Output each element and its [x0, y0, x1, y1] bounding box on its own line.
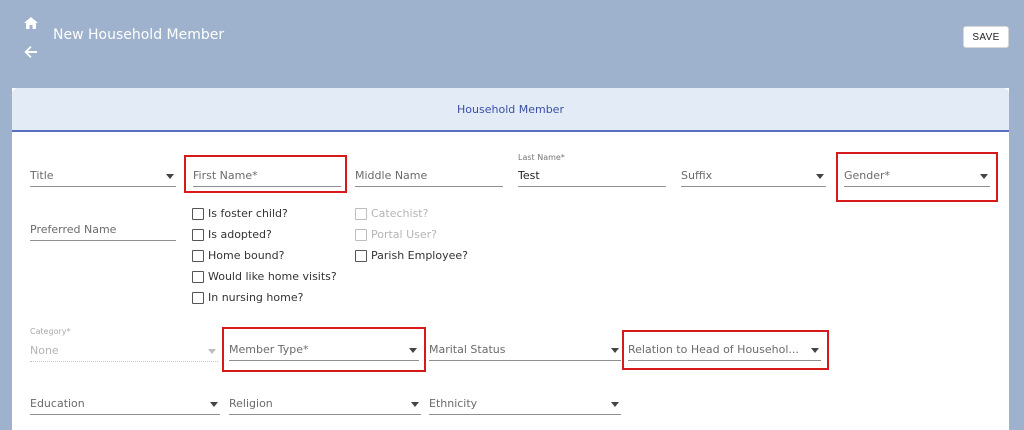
parish-employee-label: Parish Employee? [371, 249, 468, 262]
education-select[interactable]: Education [30, 393, 220, 415]
title-label: Title [30, 169, 54, 182]
marital-status-select[interactable]: Marital Status [429, 339, 621, 361]
chevron-down-icon [611, 348, 619, 353]
chevron-down-icon [210, 402, 218, 407]
gender-highlight [836, 152, 998, 202]
home-bound-checkbox[interactable]: Home bound? [192, 249, 284, 262]
portal-user-label: Portal User? [371, 228, 438, 241]
title-select[interactable]: Title [30, 165, 176, 187]
education-label: Education [30, 397, 85, 410]
home-visits-label: Would like home visits? [208, 270, 337, 283]
top-bar: New Household Member SAVE [0, 0, 1024, 88]
checkbox-icon[interactable] [192, 228, 204, 241]
adopted-label: Is adopted? [208, 228, 272, 241]
form-card: Household Member [12, 88, 1009, 430]
ethnicity-select[interactable]: Ethnicity [429, 393, 621, 415]
checkbox-icon[interactable] [355, 249, 367, 262]
card-title[interactable]: Household Member [457, 103, 564, 116]
category-label: Category* [30, 327, 71, 336]
adopted-checkbox[interactable]: Is adopted? [192, 228, 272, 241]
category-value: None [30, 344, 59, 357]
catechist-checkbox: Catechist? [355, 207, 428, 220]
suffix-select[interactable]: Suffix [681, 165, 826, 187]
last-name-label: Last Name* [518, 153, 565, 162]
card-header: Household Member [12, 88, 1009, 132]
nursing-home-label: In nursing home? [208, 291, 304, 304]
last-name-value: Test [518, 169, 540, 182]
suffix-label: Suffix [681, 169, 713, 182]
chevron-down-icon [816, 174, 824, 179]
religion-select[interactable]: Religion [229, 393, 421, 415]
chevron-down-icon [166, 174, 174, 179]
chevron-down-icon [411, 402, 419, 407]
home-icon[interactable] [23, 15, 39, 29]
back-arrow-icon[interactable] [23, 44, 39, 60]
page-title: New Household Member [53, 27, 225, 43]
preferred-name-label: Preferred Name [30, 223, 117, 236]
first-name-highlight [184, 155, 347, 193]
foster-child-checkbox[interactable]: Is foster child? [192, 207, 288, 220]
member-type-highlight [222, 327, 426, 372]
checkbox-icon[interactable] [192, 249, 204, 262]
parish-employee-checkbox[interactable]: Parish Employee? [355, 249, 468, 262]
middle-name-field[interactable]: Middle Name [355, 165, 503, 187]
middle-name-label: Middle Name [355, 169, 428, 182]
checkbox-icon [355, 207, 367, 220]
home-bound-label: Home bound? [208, 249, 285, 262]
foster-child-label: Is foster child? [208, 207, 288, 220]
chevron-down-icon [611, 402, 619, 407]
last-name-field[interactable]: Test [518, 165, 666, 187]
checkbox-icon[interactable] [192, 207, 204, 220]
category-select: None [30, 340, 218, 362]
religion-label: Religion [229, 397, 273, 410]
checkbox-icon [355, 228, 367, 241]
marital-status-label: Marital Status [429, 343, 506, 356]
checkbox-icon[interactable] [192, 291, 204, 304]
home-visits-checkbox[interactable]: Would like home visits? [192, 270, 337, 283]
preferred-name-field[interactable]: Preferred Name [30, 219, 176, 241]
checkbox-icon[interactable] [192, 270, 204, 283]
relation-highlight [622, 330, 829, 370]
chevron-down-icon [208, 349, 216, 354]
ethnicity-label: Ethnicity [429, 397, 478, 410]
portal-user-checkbox: Portal User? [355, 228, 437, 241]
save-button[interactable]: SAVE [963, 26, 1009, 48]
catechist-label: Catechist? [371, 207, 429, 220]
nursing-home-checkbox[interactable]: In nursing home? [192, 291, 303, 304]
